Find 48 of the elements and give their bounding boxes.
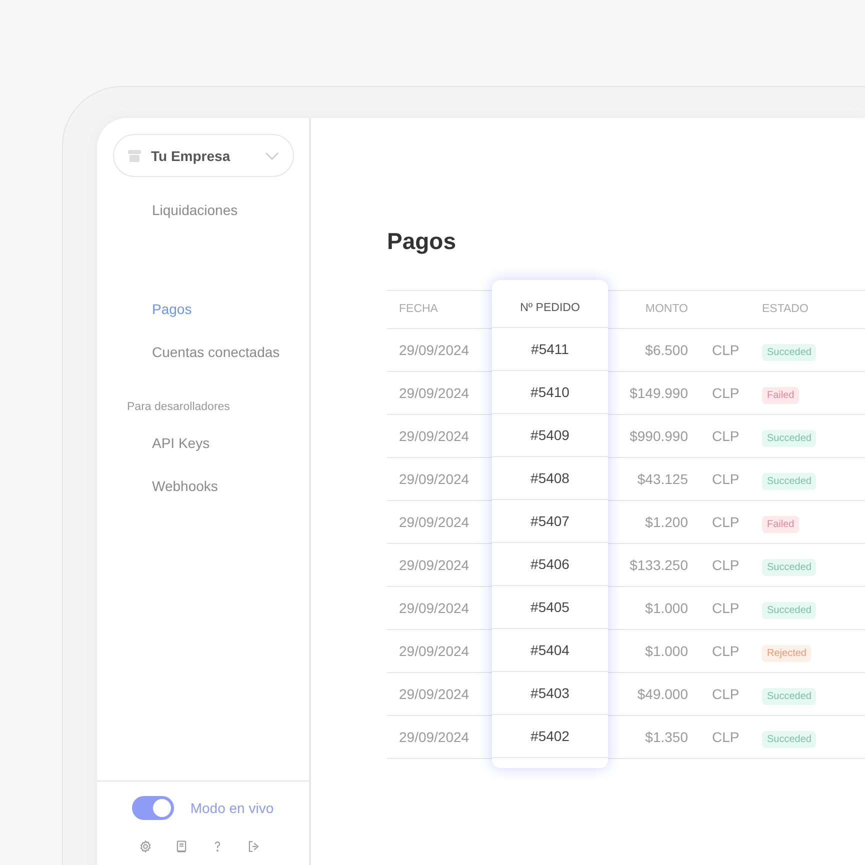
status-badge: Succeded xyxy=(762,731,816,748)
amount-cell: $1.350 xyxy=(608,716,688,759)
column-header: Nº PEDIDO xyxy=(492,290,608,328)
order-cell: #5409 xyxy=(492,414,608,457)
section-title: Para desarolladores xyxy=(126,400,231,415)
amount-cell: $1.000 xyxy=(608,587,688,630)
logout-icon[interactable] xyxy=(246,840,260,853)
amount-cell: $6.500 xyxy=(608,329,688,372)
nav-item[interactable]: Cuentas conectadas xyxy=(97,331,309,374)
amount-cell: $133.250 xyxy=(608,544,688,587)
amount-cell: $49.000 xyxy=(608,673,688,716)
status-badge: Rejected xyxy=(762,645,812,662)
amount-cell: $149.990 xyxy=(608,372,688,415)
order-cell: #5407 xyxy=(492,500,608,543)
column-header: ESTADO xyxy=(762,291,865,329)
nav-item[interactable]: Liquidaciones xyxy=(97,189,309,232)
order-cell: #5408 xyxy=(492,457,608,500)
live-mode-toggle[interactable] xyxy=(132,796,174,820)
status-badge: Succeded xyxy=(762,344,816,361)
status-badge: Succeded xyxy=(762,473,816,490)
amount-cell: $43.125 xyxy=(608,458,688,501)
nav-item[interactable]: Webhooks xyxy=(97,465,309,508)
status-badge: Failed xyxy=(762,516,800,533)
status-badge: Succeded xyxy=(762,559,816,576)
order-cell: #5402 xyxy=(492,715,608,758)
order-cell: #5404 xyxy=(492,629,608,672)
order-cell: #5403 xyxy=(492,672,608,715)
order-cell: #5410 xyxy=(492,371,608,414)
live-mode-label: Modo en vivo xyxy=(190,800,274,816)
amount-cell: $1.200 xyxy=(608,501,688,544)
order-cell: #5405 xyxy=(492,586,608,629)
company-selector[interactable]: Tu Empresa xyxy=(113,134,294,177)
status-badge: Succeded xyxy=(762,602,816,619)
column-header: MONTO xyxy=(608,291,688,329)
settings-icon[interactable] xyxy=(138,840,152,853)
status-badge: Succeded xyxy=(762,430,816,447)
book-icon[interactable] xyxy=(174,840,188,853)
amount-cell: $1.000 xyxy=(608,630,688,673)
chevron-down-icon xyxy=(265,152,279,160)
order-cell: #5411 xyxy=(492,328,608,371)
order-cell: #5406 xyxy=(492,543,608,586)
status-badge: Succeded xyxy=(762,688,816,705)
nav-item[interactable]: API Keys xyxy=(97,422,309,465)
nav-item[interactable]: Pagos xyxy=(97,288,309,331)
store-icon xyxy=(128,150,141,162)
amount-cell: $990.990 xyxy=(608,415,688,458)
page-title: Pagos xyxy=(387,228,458,255)
status-badge: Failed xyxy=(762,387,800,404)
